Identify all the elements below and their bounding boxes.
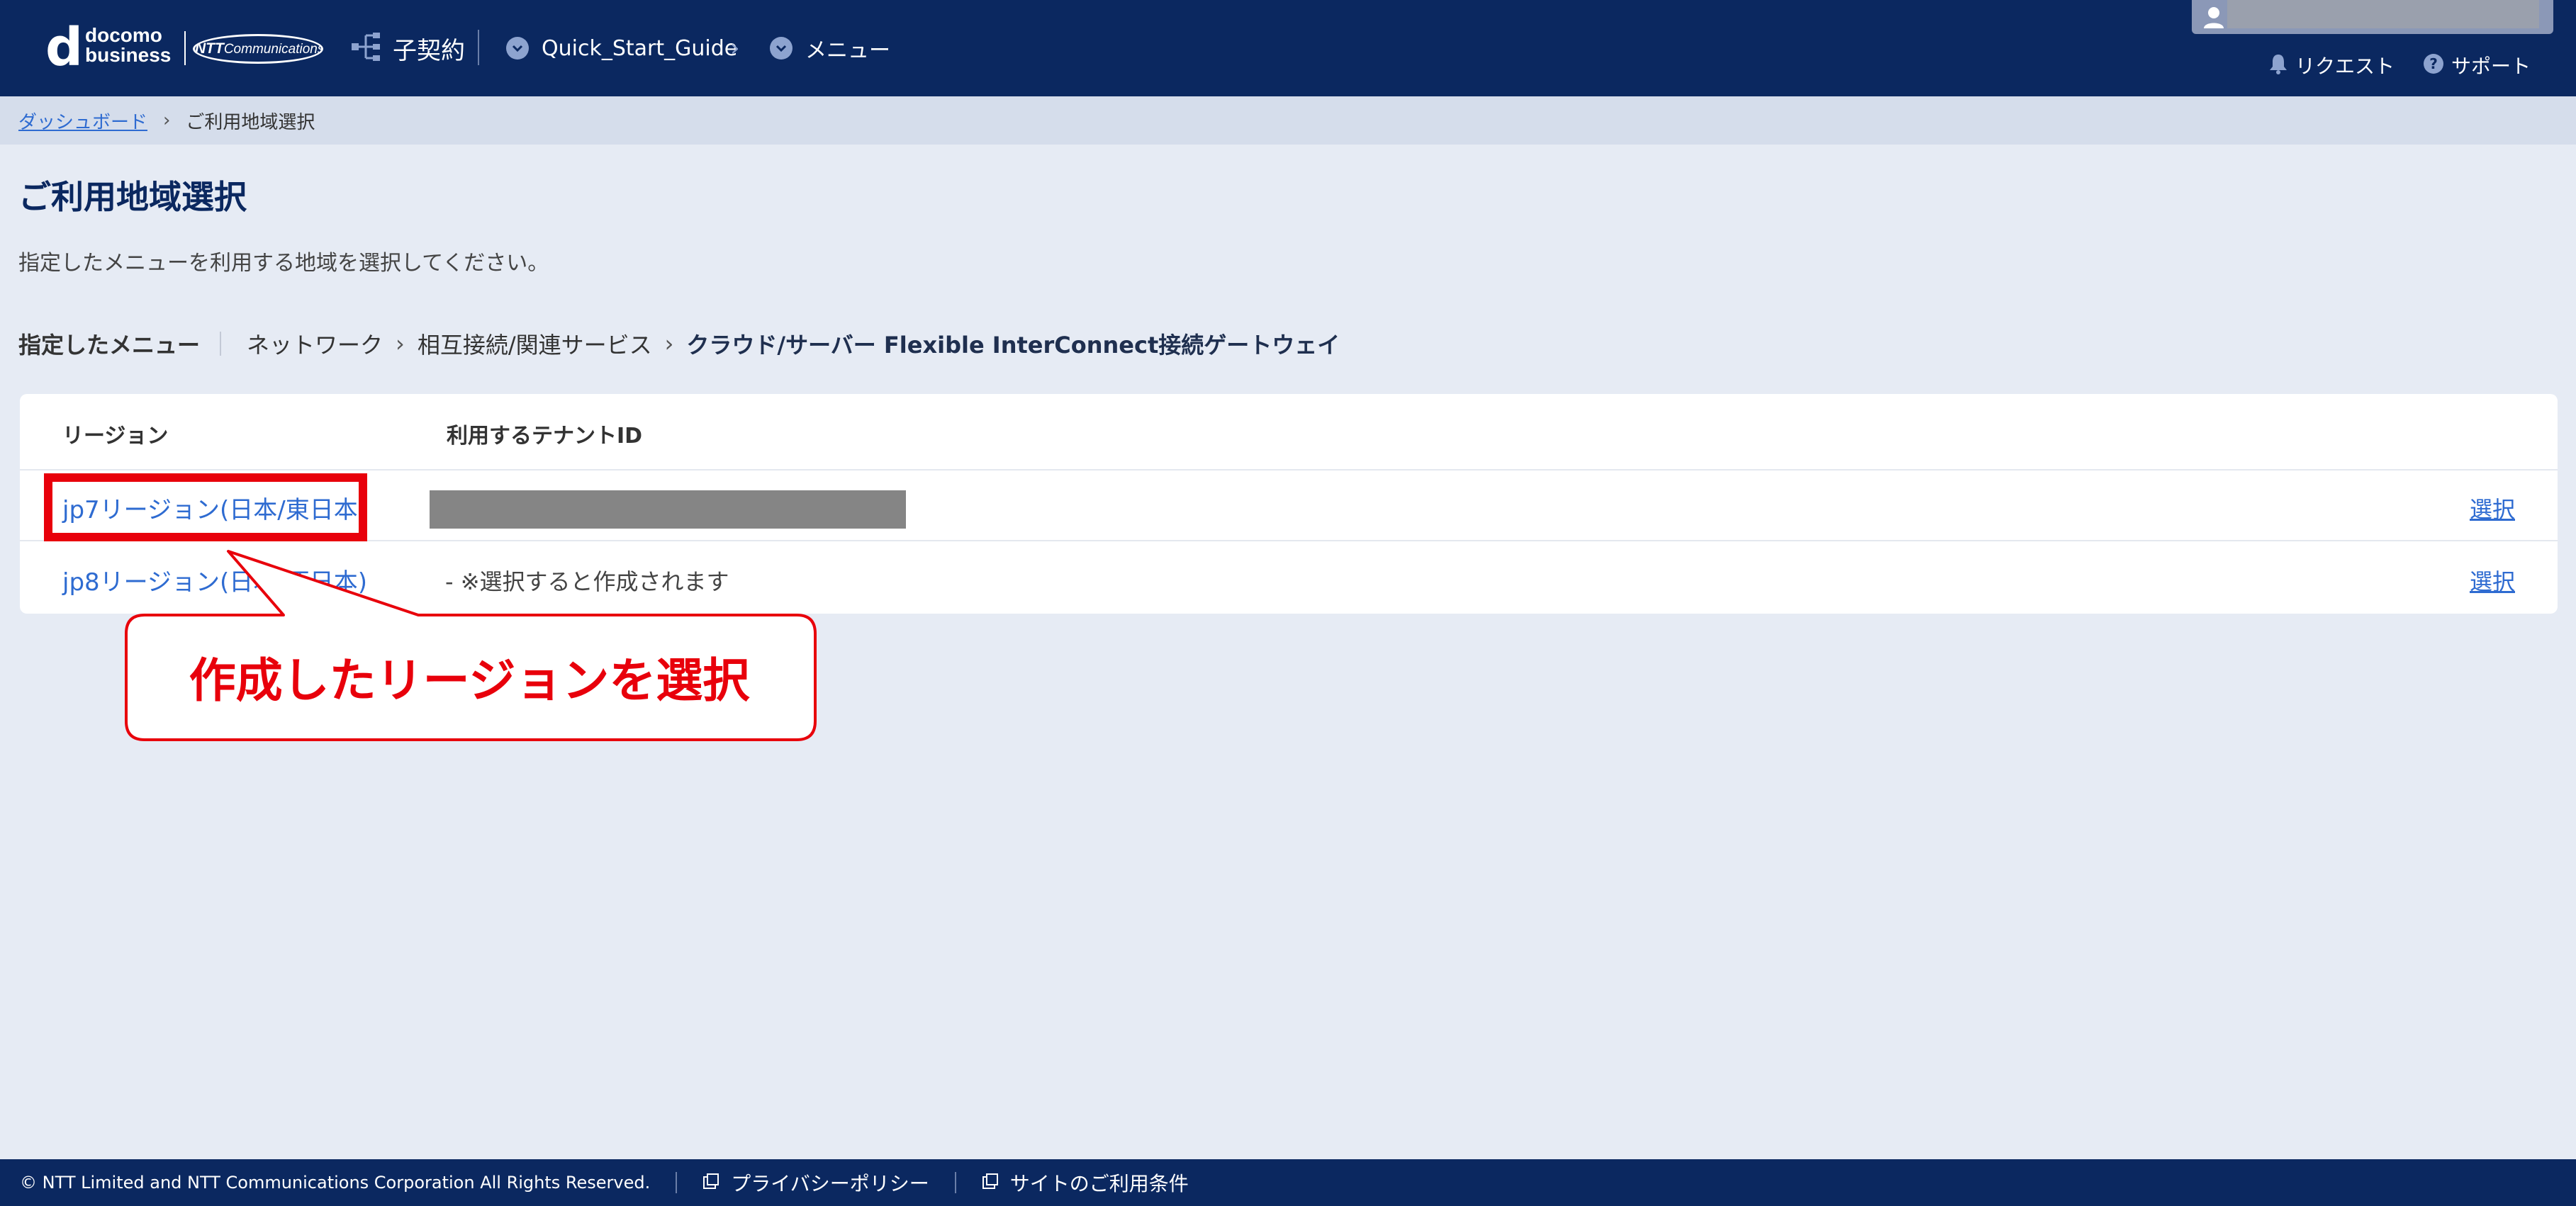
menu-path-final: クラウド/サーバー Flexible InterConnect接続ゲートウェイ xyxy=(686,332,1340,359)
ntt-logo-main: NTT xyxy=(195,40,224,57)
svg-text:?: ? xyxy=(2429,55,2438,72)
support-link[interactable]: ? サポート xyxy=(2423,51,2531,79)
nav-quick-start-guide[interactable]: Quick_Start_Guide xyxy=(506,28,737,68)
ntt-communications-logo: NTTCommunications xyxy=(193,34,323,64)
request-link[interactable]: リクエスト xyxy=(2268,51,2395,79)
nav-divider xyxy=(478,30,479,65)
redacted-tenant-id xyxy=(430,490,906,529)
copyright-text: © NTT Limited and NTT Communications Cor… xyxy=(20,1173,651,1193)
external-window-icon xyxy=(982,1171,999,1195)
header-links: リクエスト ? サポート xyxy=(2268,50,2531,81)
chevron-circle-icon xyxy=(770,37,793,60)
request-label: リクエスト xyxy=(2295,55,2395,78)
logo-letter: d xyxy=(45,17,83,78)
footer: © NTT Limited and NTT Communications Cor… xyxy=(0,1159,2576,1206)
menu-path-interconnect: 相互接続/関連サービス xyxy=(417,332,652,359)
redacted-username xyxy=(2227,0,2539,28)
hierarchy-icon xyxy=(350,30,384,67)
select-button-jp7[interactable]: 選択 xyxy=(2470,492,2515,524)
annotation-callout-text: 作成したリージョンを選択 xyxy=(189,653,750,708)
annotation-highlight-box xyxy=(44,473,367,541)
logo-divider xyxy=(184,31,186,65)
user-account-menu[interactable] xyxy=(2192,0,2553,34)
terms-of-use-label: サイトのご利用条件 xyxy=(1009,1172,1189,1195)
terms-of-use-link[interactable]: サイトのご利用条件 xyxy=(982,1168,1189,1197)
child-contract-menu[interactable]: 子契約 xyxy=(350,28,465,68)
table-row: jp7リージョン(日本/東日本) 選択 xyxy=(20,470,2558,541)
chevron-right-icon: › xyxy=(396,330,405,357)
privacy-policy-link[interactable]: プライバシーポリシー xyxy=(702,1168,929,1197)
chevron-right-icon: › xyxy=(163,110,171,131)
selected-menu-path: 指定したメニュー ネットワーク › 相互接続/関連サービス › クラウド/サーバ… xyxy=(18,326,1340,361)
nav-menu-label: メニュー xyxy=(805,38,890,63)
ntt-logo-sub: Communications xyxy=(223,42,323,57)
chevron-circle-icon xyxy=(506,37,529,60)
menu-path-network: ネットワーク xyxy=(247,332,383,359)
table-header-row: リージョン 利用するテナントID xyxy=(20,394,2558,470)
help-icon: ? xyxy=(2423,53,2444,77)
support-label: サポート xyxy=(2451,55,2531,78)
child-contract-label: 子契約 xyxy=(393,36,465,65)
breadcrumb: ダッシュボード › ご利用地域選択 xyxy=(0,96,2576,145)
menu-path-divider xyxy=(220,332,222,356)
footer-divider xyxy=(676,1172,678,1193)
select-button-jp8[interactable]: 選択 xyxy=(2470,564,2515,597)
nav-menu[interactable]: メニュー xyxy=(770,28,890,68)
page-title: ご利用地域選択 xyxy=(18,178,247,216)
top-header: d docomo business NTTCommunications 子契約 … xyxy=(0,0,2576,96)
privacy-policy-label: プライバシーポリシー xyxy=(731,1172,929,1195)
page-description: 指定したメニューを利用する地域を選択してください。 xyxy=(18,251,549,276)
external-window-icon xyxy=(702,1171,719,1195)
breadcrumb-current: ご利用地域選択 xyxy=(186,111,315,133)
selected-menu-label: 指定したメニュー xyxy=(18,332,201,359)
bell-icon xyxy=(2268,53,2288,77)
logo-line1: docomo xyxy=(85,24,162,46)
logo-line2: business xyxy=(85,44,172,66)
column-header-tenant-id: 利用するテナントID xyxy=(447,424,643,449)
column-header-region: リージョン xyxy=(62,424,169,449)
chevron-right-icon: › xyxy=(664,330,674,357)
nav-quick-start-guide-label: Quick_Start_Guide xyxy=(542,35,738,61)
footer-divider xyxy=(954,1172,956,1193)
user-icon xyxy=(2202,4,2226,30)
chevron-right-icon: › xyxy=(730,34,740,62)
breadcrumb-dashboard-link[interactable]: ダッシュボード xyxy=(18,108,147,134)
